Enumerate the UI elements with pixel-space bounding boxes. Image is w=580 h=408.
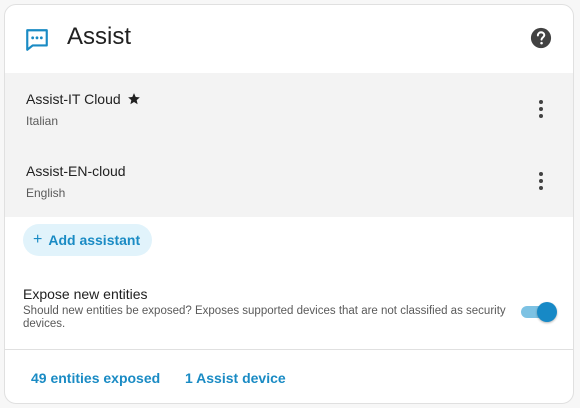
assistant-list: Assist-IT Cloud Italian Assist-EN-cloud … — [5, 73, 573, 217]
chat-bubble-icon — [26, 29, 48, 51]
assistant-name: Assist-EN-cloud — [26, 163, 126, 179]
footer-divider — [5, 349, 573, 350]
card-title: Assist — [67, 23, 132, 50]
assistant-name-wrap: Assist-EN-cloud — [26, 163, 126, 179]
expose-toggle[interactable] — [519, 301, 557, 322]
expose-title: Expose new entities — [23, 286, 148, 302]
entities-exposed-link[interactable]: 49 entities exposed — [31, 370, 160, 386]
assistant-language: Italian — [26, 114, 59, 128]
assistant-language: English — [26, 186, 66, 200]
plus-icon: + — [33, 231, 43, 248]
more-vert-icon[interactable] — [537, 169, 545, 193]
assist-card: Assist Assist-IT Cloud Italian Assist-EN… — [4, 4, 574, 404]
help-circle-icon[interactable] — [530, 27, 552, 49]
assistant-row[interactable]: Assist-EN-cloud English — [5, 145, 573, 217]
expose-description: Should new entities be exposed? Exposes … — [23, 305, 506, 330]
assistant-name-wrap: Assist-IT Cloud — [26, 91, 141, 107]
more-vert-icon[interactable] — [537, 97, 545, 121]
assist-devices-link[interactable]: 1 Assist device — [185, 370, 286, 386]
expose-setting: Expose new entities Should new entities … — [23, 286, 523, 331]
toggle-knob — [537, 302, 557, 322]
assistant-row[interactable]: Assist-IT Cloud Italian — [5, 73, 573, 145]
card-header: Assist — [5, 5, 573, 73]
assistant-name: Assist-IT Cloud — [26, 91, 121, 107]
star-icon — [127, 93, 140, 105]
add-assistant-button[interactable]: + Add assistant — [23, 224, 153, 256]
add-assistant-label: Add assistant — [48, 232, 141, 248]
